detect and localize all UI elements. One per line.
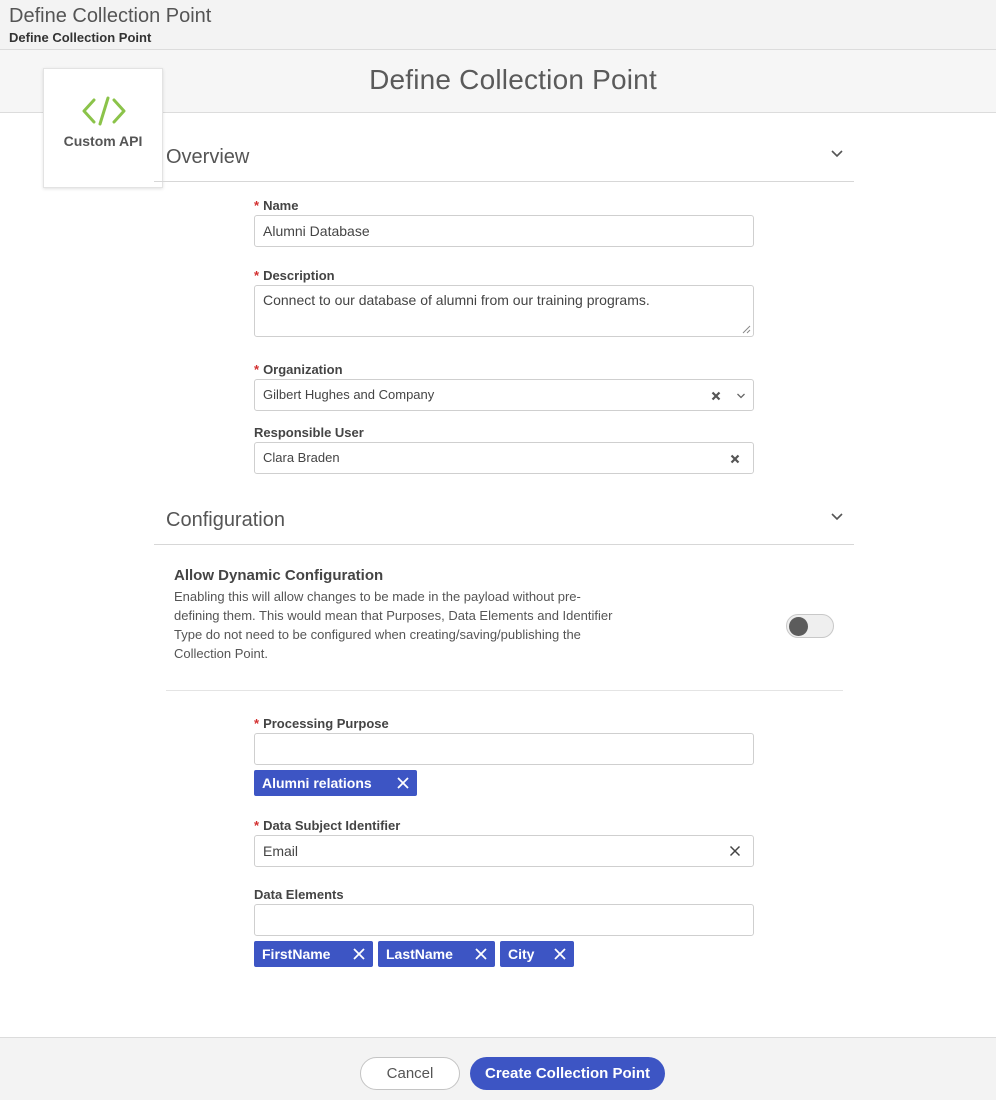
name-label: * Name [254, 198, 299, 213]
data-elements-input[interactable] [254, 904, 754, 936]
chevron-down-icon[interactable] [736, 391, 746, 401]
data-subject-identifier-label: * Data Subject Identifier [254, 818, 401, 833]
type-label: Custom API [63, 133, 143, 149]
toggle-knob [789, 617, 808, 636]
processing-purpose-label: * Processing Purpose [254, 716, 389, 731]
required-marker: * [254, 198, 260, 213]
breadcrumb[interactable]: Define Collection Point [9, 30, 151, 45]
configuration-heading[interactable]: Configuration [166, 509, 285, 532]
remove-tag-icon[interactable] [474, 947, 488, 961]
window-title: Define Collection Point [9, 5, 212, 27]
data-subject-identifier-value: Email [263, 843, 299, 859]
dynamic-config-toggle[interactable] [786, 614, 834, 638]
clear-icon[interactable] [711, 391, 721, 401]
clear-icon[interactable] [730, 454, 740, 464]
clear-icon[interactable] [729, 845, 741, 857]
create-collection-point-button[interactable]: Create Collection Point [470, 1057, 665, 1090]
cancel-button[interactable]: Cancel [360, 1057, 460, 1090]
code-icon [82, 96, 126, 126]
dynamic-config-title: Allow Dynamic Configuration [174, 567, 384, 584]
data-element-tag: LastName [378, 941, 495, 967]
chevron-down-icon[interactable] [829, 508, 845, 524]
tag-label: LastName [386, 946, 453, 962]
chevron-down-icon[interactable] [829, 145, 845, 161]
required-marker: * [254, 818, 260, 833]
required-marker: * [254, 362, 260, 377]
dynamic-config-description: Enabling this will allow changes to be m… [174, 589, 613, 661]
description-label: * Description [254, 268, 335, 283]
data-element-tag: City [500, 941, 574, 967]
processing-purpose-input[interactable] [254, 733, 754, 765]
overview-heading[interactable]: Overview [166, 146, 249, 169]
dynamic-config-divider [166, 690, 843, 691]
organization-value: Gilbert Hughes and Company [263, 387, 435, 402]
remove-tag-icon[interactable] [553, 947, 567, 961]
required-marker: * [254, 716, 260, 731]
remove-tag-icon[interactable] [396, 776, 410, 790]
footer-bar: Cancel Create Collection Point [0, 1037, 996, 1100]
data-subject-identifier-select[interactable]: Email [254, 835, 754, 867]
organization-label: * Organization [254, 362, 343, 377]
responsible-user-label: Responsible User [254, 425, 364, 440]
data-element-tag: FirstName [254, 941, 373, 967]
required-marker: * [254, 268, 260, 283]
resize-handle-icon[interactable] [742, 325, 751, 334]
tag-label: City [508, 946, 535, 962]
description-textarea[interactable]: Connect to our database of alumni from o… [254, 285, 754, 337]
overview-divider [154, 181, 854, 182]
processing-purpose-tag: Alumni relations [254, 770, 417, 796]
responsible-user-value: Clara Braden [263, 450, 340, 465]
top-bar: Define Collection Point Define Collectio… [0, 0, 996, 50]
organization-select[interactable]: Gilbert Hughes and Company [254, 379, 754, 411]
tag-label: Alumni relations [262, 775, 372, 791]
name-input[interactable]: Alumni Database [254, 215, 754, 247]
responsible-user-select[interactable]: Clara Braden [254, 442, 754, 474]
configuration-divider [154, 544, 854, 545]
data-elements-label: Data Elements [254, 887, 344, 902]
remove-tag-icon[interactable] [352, 947, 366, 961]
tag-label: FirstName [262, 946, 331, 962]
collection-point-type-card: Custom API [43, 68, 163, 188]
description-text: Connect to our database of alumni from o… [263, 292, 650, 308]
